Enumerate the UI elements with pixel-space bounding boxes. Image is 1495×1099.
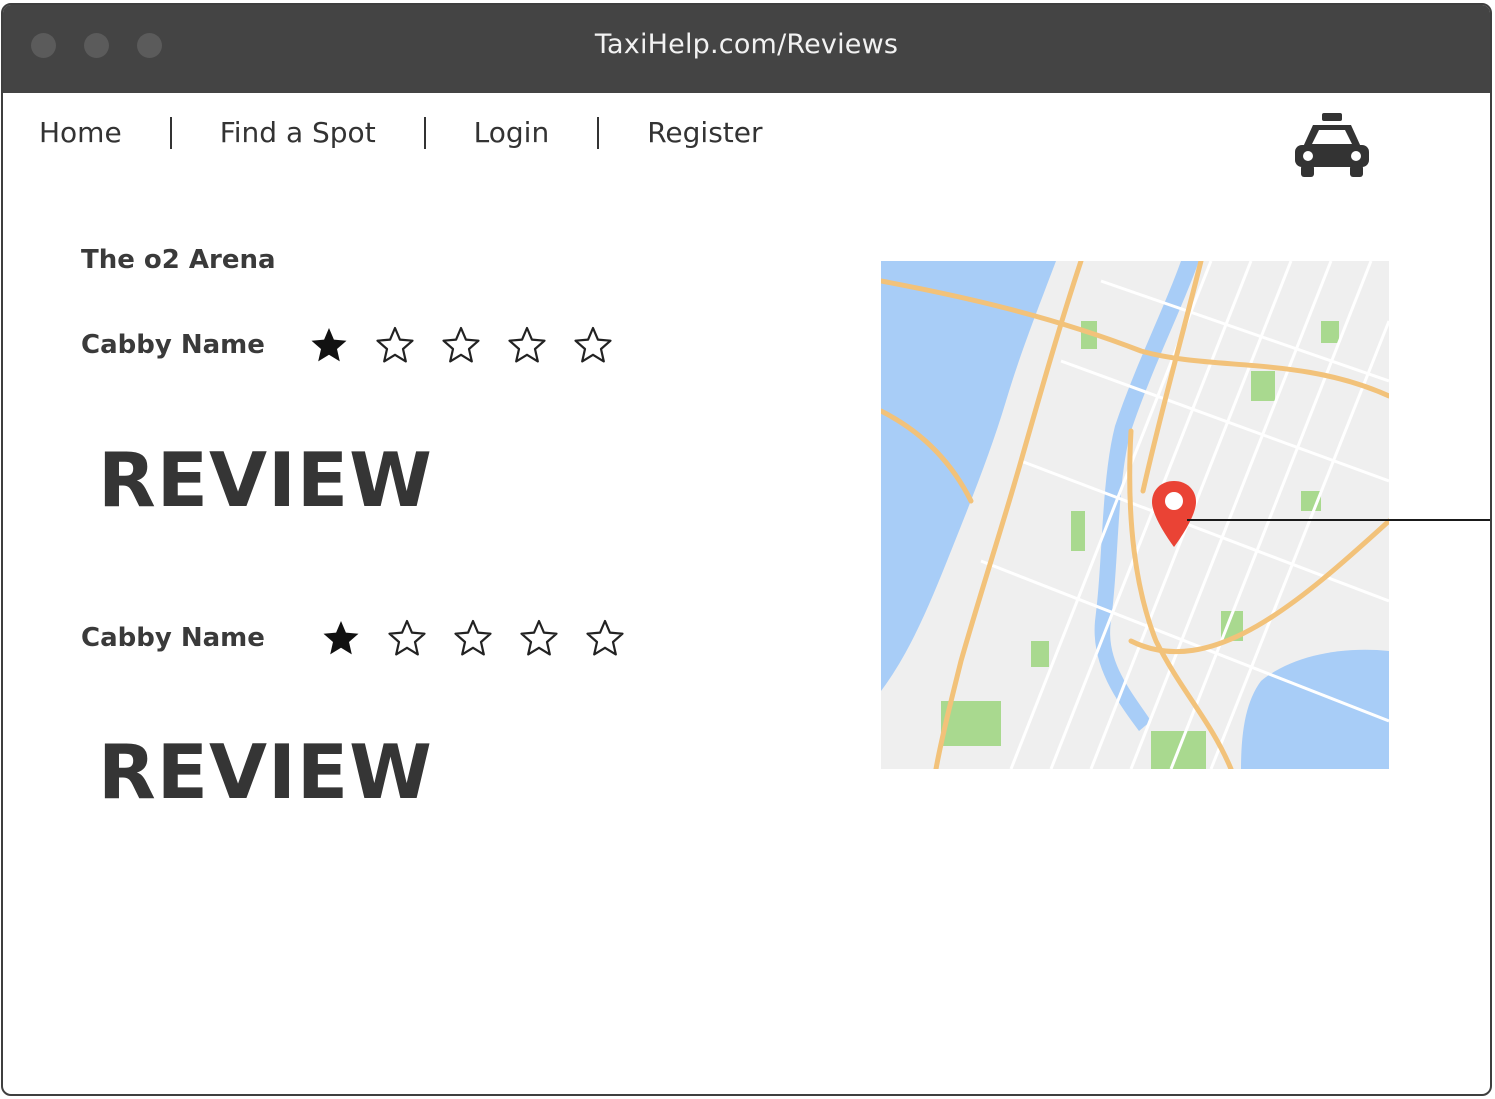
nav-find-a-spot-link[interactable]: Find a Spot xyxy=(220,119,376,147)
taxi-icon[interactable] xyxy=(1293,111,1371,181)
nav-login-link[interactable]: Login xyxy=(474,119,550,147)
star-empty-icon[interactable] xyxy=(387,618,427,658)
map-pin-icon[interactable] xyxy=(1149,479,1199,551)
nav-separator xyxy=(169,117,172,149)
star-rating[interactable] xyxy=(309,325,613,365)
star-empty-icon[interactable] xyxy=(519,618,559,658)
review-rating-row: Cabby Name xyxy=(81,618,625,658)
review-rating-row: Cabby Name xyxy=(81,325,613,365)
map-graphic xyxy=(881,261,1389,769)
map-callout-line xyxy=(1187,519,1490,521)
nav-home-link[interactable]: Home xyxy=(39,119,122,147)
nav-separator xyxy=(597,117,600,149)
window-title: TaxiHelp.com/Reviews xyxy=(594,29,899,60)
review-text: REVIEW xyxy=(98,728,433,816)
nav-separator xyxy=(423,117,426,149)
review-text: REVIEW xyxy=(98,436,433,524)
star-filled-icon[interactable] xyxy=(321,618,361,658)
title-bar: TaxiHelp.com/Reviews xyxy=(3,5,1490,93)
star-empty-icon[interactable] xyxy=(453,618,493,658)
location-map[interactable] xyxy=(881,261,1389,769)
star-filled-icon[interactable] xyxy=(309,325,349,365)
star-rating[interactable] xyxy=(321,618,625,658)
star-empty-icon[interactable] xyxy=(585,618,625,658)
browser-window: TaxiHelp.com/Reviews Home Find a Spot Lo… xyxy=(1,3,1492,1096)
cabby-name: Cabby Name xyxy=(81,330,265,360)
star-empty-icon[interactable] xyxy=(441,325,481,365)
cabby-name: Cabby Name xyxy=(81,623,265,653)
star-empty-icon[interactable] xyxy=(507,325,547,365)
star-empty-icon[interactable] xyxy=(375,325,415,365)
nav-register-link[interactable]: Register xyxy=(647,119,762,147)
location-name: The o2 Arena xyxy=(81,245,276,275)
top-nav: Home Find a Spot Login Register xyxy=(39,117,763,149)
star-empty-icon[interactable] xyxy=(573,325,613,365)
